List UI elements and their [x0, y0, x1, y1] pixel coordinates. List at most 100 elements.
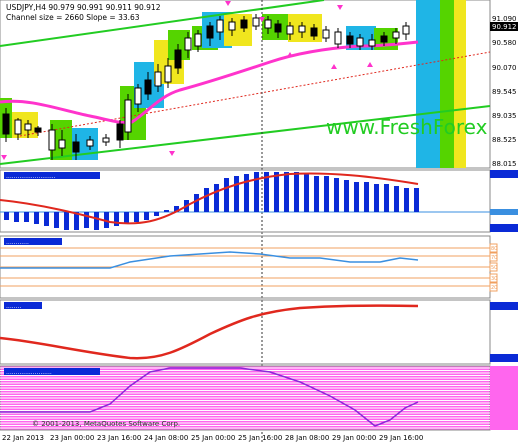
histogram-bar — [164, 210, 169, 212]
time-tick: 25 Jan 16:00 — [238, 434, 282, 442]
candle-body — [144, 79, 152, 95]
candle-body — [206, 25, 214, 39]
candle-body — [116, 123, 124, 141]
candle-body — [322, 29, 330, 39]
histogram-bar — [194, 194, 199, 212]
chart-window[interactable]: www.FreshForex USDJPY,H4 90.979 90.991 9… — [0, 0, 518, 444]
time-tick: 28 Jan 08:00 — [285, 434, 329, 442]
time-axis: 22 Jan 2013 23 Jan 00:00 23 Jan 16:00 24… — [2, 434, 423, 442]
candle-body — [72, 141, 80, 153]
candle-body — [86, 139, 94, 147]
candle-body — [216, 19, 224, 33]
histogram-bar — [54, 212, 59, 228]
candle-body — [34, 127, 42, 133]
candle-body — [402, 25, 410, 35]
candle-body — [310, 27, 318, 37]
histogram-axis-zero — [490, 209, 518, 215]
svg-text:70: 70 — [491, 255, 497, 261]
candle-body — [184, 37, 192, 51]
candle-body — [174, 49, 182, 69]
candle-body — [164, 65, 172, 83]
time-tick: 29 Jan 16:00 — [379, 434, 423, 442]
histogram-bar — [44, 212, 49, 226]
price-tick: 91.090 — [492, 15, 517, 23]
candle-body — [154, 71, 162, 87]
price-tick: 89.035 — [492, 112, 517, 120]
stochastic-panel[interactable]: ........................ © 2001-2013, Me… — [0, 365, 518, 431]
histogram-bar — [344, 180, 349, 212]
time-tick: 23 Jan 16:00 — [97, 434, 141, 442]
histogram-bar — [4, 212, 9, 220]
candle-body — [368, 39, 376, 47]
histogram-bar — [384, 184, 389, 212]
histogram-bar — [394, 186, 399, 212]
histogram-bar — [134, 212, 139, 222]
time-tick: 24 Jan 08:00 — [144, 434, 188, 442]
candle-body — [298, 25, 306, 33]
histogram-bar — [234, 176, 239, 212]
histogram-bar — [244, 174, 249, 212]
histogram-bar — [34, 212, 39, 224]
time-tick: 23 Jan 00:00 — [50, 434, 94, 442]
candle-body — [334, 31, 342, 45]
price-tick: 89.545 — [492, 88, 517, 96]
histogram-bar — [94, 212, 99, 230]
candle-body — [274, 23, 282, 33]
candle-body — [14, 119, 22, 135]
histogram-bar — [374, 184, 379, 212]
histogram-bar — [214, 184, 219, 212]
current-price-label: 90.912 — [492, 23, 517, 31]
copyright-text: © 2001-2013, MetaQuotes Software Corp. — [32, 420, 180, 428]
chart-subtitle: Channel size = 2660 Slope = 33.63 — [6, 13, 140, 22]
svg-text:80: 80 — [491, 246, 497, 252]
histogram-label: .......................... — [6, 173, 56, 180]
rsi-label: ............ — [6, 239, 29, 246]
ma-axis-bottom — [490, 354, 518, 362]
candle-body — [264, 19, 272, 29]
price-tick: 90.070 — [492, 64, 517, 72]
watermark: www.FreshForex — [326, 115, 488, 139]
histogram-bar — [124, 212, 129, 224]
histogram-bar — [314, 176, 319, 212]
svg-text:50: 50 — [491, 265, 497, 271]
chart-title: USDJPY,H4 90.979 90.991 90.911 90.912 — [6, 3, 161, 12]
candle-body — [48, 129, 56, 151]
candle-body — [194, 33, 202, 47]
histogram-bar — [114, 212, 119, 226]
price-tick: 90.580 — [492, 39, 517, 47]
histogram-bar — [324, 176, 329, 212]
stochastic-label: ........................ — [6, 369, 52, 376]
time-tick: 25 Jan 00:00 — [191, 434, 235, 442]
candle-body — [124, 99, 132, 133]
histogram-bar — [274, 172, 279, 212]
time-tick: 29 Jan 00:00 — [332, 434, 376, 442]
time-tick: 22 Jan 2013 — [2, 434, 44, 442]
candle-body — [380, 35, 388, 43]
histogram-bar — [334, 178, 339, 212]
histogram-bar — [354, 182, 359, 212]
ma-axis-top — [490, 302, 518, 310]
stochastic-axis — [490, 366, 518, 430]
candle-body — [134, 87, 142, 105]
price-tick: 88.525 — [492, 136, 517, 144]
histogram-bar — [414, 188, 419, 212]
histogram-axis-top — [490, 170, 518, 178]
svg-text:30: 30 — [491, 276, 497, 282]
histogram-bar — [224, 178, 229, 212]
candle-body — [58, 139, 66, 149]
candle-body — [228, 21, 236, 31]
histogram-bar — [404, 188, 409, 212]
histogram-bar — [364, 182, 369, 212]
candle-body — [252, 17, 260, 27]
histogram-bar — [24, 212, 29, 222]
svg-text:20: 20 — [491, 285, 497, 291]
histogram-bar — [284, 172, 289, 212]
candle-body — [240, 19, 248, 29]
candle-body — [24, 123, 32, 131]
candle-body — [2, 113, 10, 135]
candle-body — [346, 35, 354, 45]
candle-body — [102, 137, 110, 143]
price-tick: 88.015 — [492, 160, 517, 168]
histogram-bar — [64, 212, 69, 230]
histogram-axis-bottom — [490, 224, 518, 232]
